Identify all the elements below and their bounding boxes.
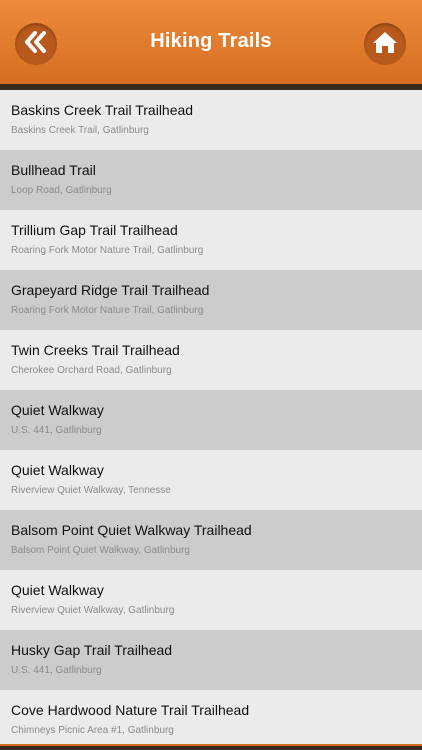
list-item[interactable]: Grapeyard Ridge Trail Trailhead Roaring … [0, 270, 422, 330]
trail-name: Husky Gap Trail Trailhead [11, 642, 173, 658]
trail-name: Quiet Walkway [11, 402, 104, 418]
trail-list: Baskins Creek Trail Trailhead Baskins Cr… [0, 90, 422, 750]
nav-header: Hiking Trails [0, 0, 422, 90]
trail-location: Chimneys Picnic Area #1, Gatlinburg [11, 725, 174, 736]
list-item[interactable]: Quiet Walkway Riverview Quiet Walkway, G… [0, 570, 422, 630]
list-item[interactable]: Baskins Creek Trail Trailhead Baskins Cr… [0, 90, 422, 150]
trail-location: Baskins Creek Trail, Gatlinburg [11, 125, 149, 136]
list-item[interactable]: Bullhead Trail Loop Road, Gatlinburg [0, 150, 422, 210]
trail-name: Quiet Walkway [11, 462, 104, 478]
trail-name: Quiet Walkway [11, 582, 104, 598]
trail-location: Roaring Fork Motor Nature Trail, Gatlinb… [11, 305, 204, 316]
trail-location: Balsom Point Quiet Walkway, Gatlinburg [11, 545, 190, 556]
trail-location: U.S. 441, Gatlinburg [11, 425, 102, 436]
trail-location: Cherokee Orchard Road, Gatlinburg [11, 365, 172, 376]
trail-name: Cove Hardwood Nature Trail Trailhead [11, 702, 250, 718]
bottom-bar [0, 744, 422, 750]
trail-name: Trillium Gap Trail Trailhead [11, 222, 178, 238]
trail-name: Grapeyard Ridge Trail Trailhead [11, 282, 210, 298]
home-icon [372, 30, 398, 59]
list-item[interactable]: Cove Hardwood Nature Trail Trailhead Chi… [0, 690, 422, 750]
trail-location: Riverview Quiet Walkway, Tennesse [11, 485, 171, 496]
list-item[interactable]: Balsom Point Quiet Walkway Trailhead Bal… [0, 510, 422, 570]
trail-name: Bullhead Trail [11, 162, 96, 178]
list-item[interactable]: Quiet Walkway Riverview Quiet Walkway, T… [0, 450, 422, 510]
trail-location: Riverview Quiet Walkway, Gatlinburg [11, 605, 175, 616]
list-item[interactable]: Trillium Gap Trail Trailhead Roaring For… [0, 210, 422, 270]
trail-name: Baskins Creek Trail Trailhead [11, 102, 194, 118]
trail-location: Roaring Fork Motor Nature Trail, Gatlinb… [11, 245, 204, 256]
list-item[interactable]: Quiet Walkway U.S. 441, Gatlinburg [0, 390, 422, 450]
home-button[interactable] [364, 23, 406, 65]
list-item[interactable]: Husky Gap Trail Trailhead U.S. 441, Gatl… [0, 630, 422, 690]
page-title: Hiking Trails [150, 30, 272, 52]
trail-location: U.S. 441, Gatlinburg [11, 665, 102, 676]
trail-location: Loop Road, Gatlinburg [11, 185, 112, 196]
trail-name: Twin Creeks Trail Trailhead [11, 342, 180, 358]
list-item[interactable]: Twin Creeks Trail Trailhead Cherokee Orc… [0, 330, 422, 390]
trail-name: Balsom Point Quiet Walkway Trailhead [11, 522, 252, 538]
